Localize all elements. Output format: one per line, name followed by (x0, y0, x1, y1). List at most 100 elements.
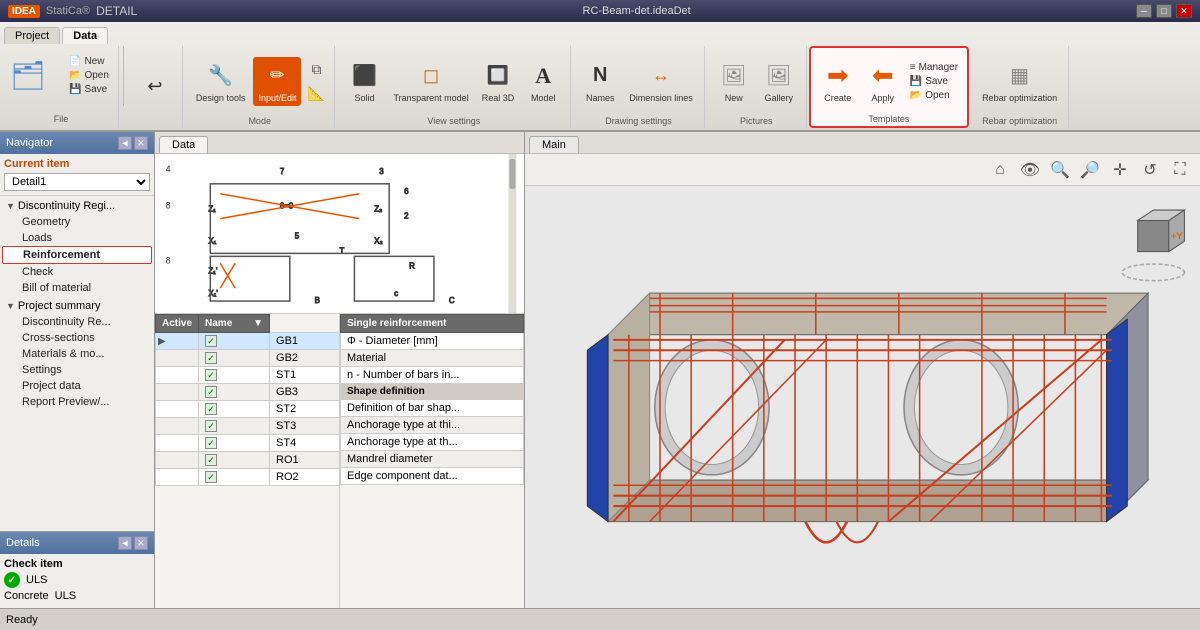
template-manager-button[interactable]: ≡ Manager (907, 61, 961, 74)
active-checkbox[interactable]: ✓ (205, 352, 217, 364)
nav-tree: ▼ Discontinuity Regi... Geometry Loads R… (0, 196, 154, 531)
col-header-active: Active (156, 315, 199, 333)
input-edit-button[interactable]: ✏ Input/Edit (253, 57, 301, 106)
pan-button[interactable]: ✛ (1108, 158, 1132, 182)
maximize-button[interactable]: □ (1156, 4, 1172, 18)
rebar-optimization-button[interactable]: ▦ Rebar optimization (977, 57, 1062, 106)
active-checkbox[interactable]: ✓ (205, 335, 217, 347)
file-icon: 🗂 (10, 59, 46, 92)
undo-icon: ↩ (139, 70, 171, 102)
tree-item-report[interactable]: Report Preview/... (2, 394, 152, 410)
data-tab-data[interactable]: Data (159, 136, 208, 153)
svg-text:5: 5 (295, 231, 300, 240)
file-group-label: File (54, 114, 69, 124)
rotate-button[interactable]: 📐 (304, 83, 328, 104)
cell-name: ST3 (270, 418, 340, 435)
save-button[interactable]: 💾 Save (66, 83, 112, 96)
details-header: Details ◄ ✕ (0, 532, 154, 554)
template-save-button[interactable]: 💾 Save (907, 75, 961, 88)
design-tools-icon: 🔧 (205, 60, 237, 92)
tree-group-discontinuity-header[interactable]: ▼ Discontinuity Regi... (2, 198, 152, 214)
tree-item-discontinuity-re[interactable]: Discontinuity Re... (2, 314, 152, 330)
window-filename: RC-Beam-det.ideaDet (583, 5, 691, 17)
gallery-label: Gallery (764, 93, 793, 103)
prop-cell: n - Number of bars in... (341, 367, 524, 384)
design-tools-button[interactable]: 🔧 Design tools (191, 57, 251, 106)
details-close-button[interactable]: ✕ (134, 536, 148, 550)
open-button[interactable]: 📂 Open (66, 69, 112, 82)
tree-item-cross-sections[interactable]: Cross-sections (2, 330, 152, 346)
pictures-buttons: 🖼 New 🖼 Gallery (713, 48, 800, 114)
view-tab-main[interactable]: Main (529, 136, 579, 153)
model-button[interactable]: A Model (522, 57, 564, 106)
tree-group-project-header[interactable]: ▼ Project summary (2, 298, 152, 314)
names-icon: N (584, 60, 616, 92)
pictures-new-button[interactable]: 🖼 New (713, 57, 755, 106)
ribbon-group-rebar: ▦ Rebar optimization Rebar optimization (971, 46, 1069, 128)
svg-text:+Y: +Y (1171, 231, 1183, 241)
navigator-close-button[interactable]: ✕ (134, 136, 148, 150)
details-row-check: Check item (4, 558, 150, 570)
tree-item-settings[interactable]: Settings (2, 362, 152, 378)
solid-button[interactable]: ⬛ Solid (343, 57, 385, 106)
gallery-button[interactable]: 🖼 Gallery (758, 57, 800, 106)
details-row-concrete: Concrete ULS (4, 590, 150, 602)
details-title: Details (6, 537, 40, 549)
create-template-button[interactable]: ➡ Create (817, 57, 859, 106)
eye-view-button[interactable]: 👁 (1018, 158, 1042, 182)
minimize-button[interactable]: ─ (1136, 4, 1152, 18)
prop-cell: Shape definition (341, 384, 524, 400)
zoom-extents-button[interactable]: 🔍 (1048, 158, 1072, 182)
open-label: Open (84, 70, 108, 81)
tree-item-check[interactable]: Check (2, 264, 152, 280)
svg-text:7: 7 (280, 167, 285, 176)
copy-button[interactable]: ⧉ (304, 59, 328, 80)
navigator-header: Navigator ◄ ✕ (0, 132, 154, 154)
cell-name: RO2 (270, 469, 340, 486)
dim-lines-label: Dimension lines (629, 93, 693, 103)
cell-name: ST4 (270, 435, 340, 452)
prop-cell: Edge component dat... (341, 468, 524, 485)
data-table-container: Active Name ▼ ▶✓GB1✓GB2✓ST1✓GB3✓ST2✓ST3✓… (155, 314, 524, 608)
prop-cell: Material (341, 350, 524, 367)
tree-item-geometry[interactable]: Geometry (2, 214, 152, 230)
active-checkbox[interactable]: ✓ (205, 386, 217, 398)
beam-3d-view: +Y (525, 186, 1200, 608)
new-button[interactable]: 📄 New (66, 55, 112, 68)
template-open-button[interactable]: 📂 Open (907, 89, 961, 102)
active-checkbox[interactable]: ✓ (205, 369, 217, 381)
active-checkbox[interactable]: ✓ (205, 454, 217, 466)
template-sub-buttons: ≡ Manager 💾 Save 📂 Open (907, 61, 961, 102)
details-pin-button[interactable]: ◄ (118, 536, 132, 550)
transparent-model-button[interactable]: ◻ Transparent model (388, 57, 473, 106)
active-checkbox[interactable]: ✓ (205, 471, 217, 483)
ribbon-tab-data[interactable]: Data (62, 27, 108, 44)
view-toolbar: ⌂ 👁 🔍 🔎 ✛ ↺ ⛶ (525, 154, 1200, 186)
view-canvas[interactable]: +Y (525, 186, 1200, 608)
ribbon-group-undo: ↩ (128, 46, 183, 128)
tree-item-project-data[interactable]: Project data (2, 378, 152, 394)
active-checkbox[interactable]: ✓ (205, 403, 217, 415)
apply-template-button[interactable]: ⬅ Apply (862, 57, 904, 106)
ribbon-tab-project[interactable]: Project (4, 27, 60, 44)
active-checkbox[interactable]: ✓ (205, 420, 217, 432)
rotate-view-button[interactable]: ↺ (1138, 158, 1162, 182)
names-button[interactable]: N Names (579, 57, 621, 106)
zoom-button[interactable]: 🔎 (1078, 158, 1102, 182)
close-button[interactable]: ✕ (1176, 4, 1192, 18)
home-view-button[interactable]: ⌂ (988, 158, 1012, 182)
dimension-lines-button[interactable]: ↔ Dimension lines (624, 57, 698, 106)
window-controls[interactable]: ─ □ ✕ (1136, 4, 1192, 18)
tree-item-materials[interactable]: Materials & mo... (2, 346, 152, 362)
fullscreen-button[interactable]: ⛶ (1168, 158, 1192, 182)
app-name: StatiCa® (46, 5, 90, 17)
tree-item-reinforcement[interactable]: Reinforcement (2, 246, 152, 264)
tree-item-bill-of-material[interactable]: Bill of material (2, 280, 152, 296)
filter-icon[interactable]: ▼ (253, 318, 263, 329)
real3d-button[interactable]: 🔲 Real 3D (477, 57, 520, 106)
navigator-pin-button[interactable]: ◄ (118, 136, 132, 150)
active-checkbox[interactable]: ✓ (205, 437, 217, 449)
undo-button[interactable]: ↩ (134, 67, 176, 105)
tree-item-loads[interactable]: Loads (2, 230, 152, 246)
current-item-select[interactable]: Detail1 (4, 173, 150, 191)
